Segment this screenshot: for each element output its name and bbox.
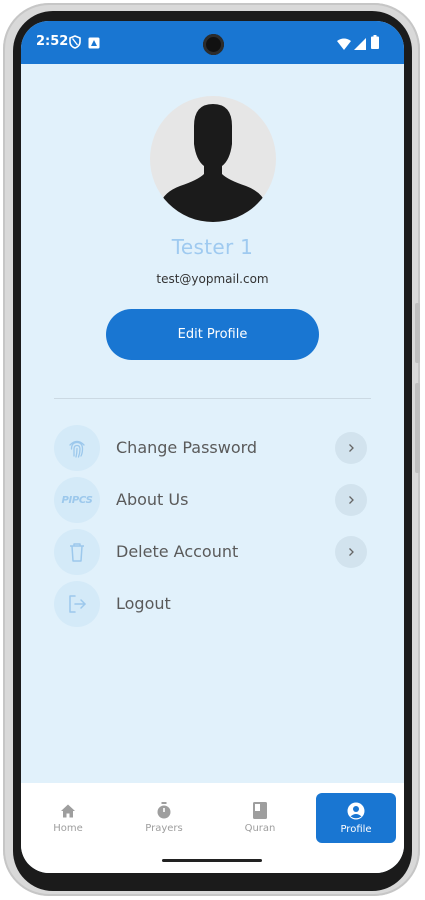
menu-item-about-us[interactable]: PIPCS About Us [54,477,367,523]
front-camera [203,34,224,55]
logout-icon [54,581,100,627]
chevron-right-icon[interactable] [335,484,367,516]
nav-label: Prayers [145,823,183,834]
stopwatch-icon [157,802,171,819]
chevron-right-icon[interactable] [335,432,367,464]
chevron-right-icon[interactable] [335,536,367,568]
home-indicator[interactable] [162,859,262,862]
nav-item-prayers[interactable]: Prayers [124,793,204,843]
home-icon [61,804,75,817]
nav-item-home[interactable]: Home [28,793,108,843]
trash-icon [54,529,100,575]
menu-label: Logout [116,594,171,613]
divider [54,398,371,399]
wifi-icon [337,35,351,54]
menu-item-logout[interactable]: Logout [54,581,367,627]
power-button [415,383,420,473]
nav-item-quran[interactable]: Quran [220,793,300,843]
book-icon [253,802,267,819]
status-bar: 2:52 [21,21,404,64]
edit-profile-button[interactable]: Edit Profile [106,309,319,360]
avatar [150,96,276,222]
menu-label: Change Password [116,438,258,457]
menu-item-change-password[interactable]: Change Password [54,425,367,471]
profile-icon [347,802,365,819]
signal-icon [354,35,366,54]
nav-label: Profile [340,823,372,835]
menu-label: Delete Account [116,542,239,561]
logo-text: PIPCS [61,494,93,506]
shield-icon [69,34,81,53]
nav-label: Quran [244,823,276,834]
menu-label: About Us [116,490,189,509]
edit-profile-label: Edit Profile [177,327,248,342]
fingerprint-icon [54,425,100,471]
battery-icon [371,34,379,53]
volume-button [415,303,420,363]
person-silhouette-icon [156,104,270,222]
menu-item-delete-account[interactable]: Delete Account [54,529,367,575]
notification-icon [88,34,100,53]
app-screen: 2:52 Tester 1 test@yopmail.com Edit Prof… [21,21,404,873]
nav-label: Home [53,822,83,834]
status-time: 2:52 [36,34,69,49]
pipcs-logo: PIPCS [54,477,100,523]
profile-email: test@yopmail.com [156,272,269,286]
profile-name: Tester 1 [171,235,254,259]
nav-item-profile[interactable]: Profile [316,793,396,843]
